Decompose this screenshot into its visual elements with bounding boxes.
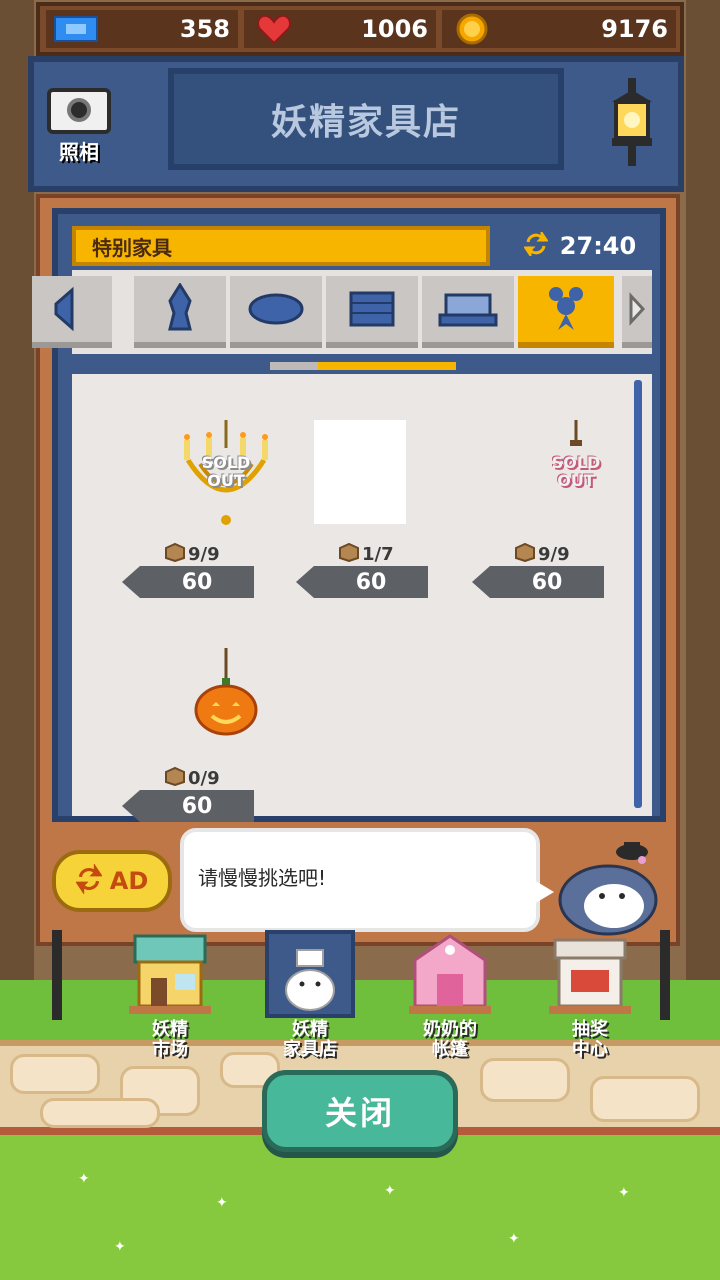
refresh-icon — [75, 862, 103, 898]
price-text: 60 — [531, 569, 563, 595]
ad-label: AD — [109, 867, 149, 895]
shop-window: 特别家具 27:40 SOLD OUT 9/9 60 1/7 60 SOLD O… — [32, 208, 666, 822]
stock-count: 1/7 — [338, 542, 394, 566]
scroll-right-arrow-icon[interactable] — [622, 276, 652, 348]
lamp-post-icon — [52, 930, 62, 1020]
heart-icon — [252, 14, 296, 44]
coin-icon — [450, 13, 494, 45]
soldout-badge: SOLD OUT — [551, 453, 601, 490]
bottom-navigation: 妖精 市场 妖精 家具店 奶奶的 帐篷 抽奖 中心 — [0, 930, 720, 1080]
hearts-stat: 1006 — [244, 10, 436, 48]
refresh-timer[interactable]: 27:40 — [500, 226, 660, 266]
shopkeeper-cat-avatar — [554, 840, 662, 936]
nav-label: 奶奶的 帐篷 — [423, 1019, 477, 1060]
vase-icon[interactable] — [134, 276, 226, 348]
stock-count: 9/9 — [514, 542, 570, 566]
stock-text: 1/7 — [362, 543, 394, 565]
stock-text: 9/9 — [538, 543, 570, 565]
item-grid: SOLD OUT 9/9 60 1/7 60 SOLD OUT 9/9 60 0… — [72, 374, 652, 822]
nav-fairy-market[interactable]: 妖精 市场 — [100, 930, 240, 1070]
category-title: 特别家具 — [72, 226, 490, 266]
item-blank[interactable]: 1/7 60 — [296, 420, 484, 620]
market-stall-icon — [125, 930, 215, 1018]
stock-count: 0/9 — [164, 766, 220, 790]
speech-bubble: 请慢慢挑选吧! — [180, 828, 554, 932]
coins-stat: 9176 — [442, 10, 676, 48]
tent-icon — [405, 930, 495, 1018]
shop-sign: 妖精家具店 — [168, 68, 564, 170]
price-text: 60 — [355, 569, 387, 595]
nav-label: 妖精 家具店 — [283, 1019, 337, 1060]
box-icon — [164, 766, 186, 790]
box-icon — [338, 542, 360, 566]
refresh-icon — [522, 229, 549, 260]
lamp-post-icon — [660, 930, 670, 1020]
currency-bar: 358 1006 9176 — [36, 2, 684, 56]
nav-fairy-furniture-shop[interactable]: 妖精 家具店 — [240, 930, 380, 1070]
tickets-value: 358 — [179, 15, 230, 43]
speaker-icon[interactable] — [32, 276, 112, 348]
camera-icon — [47, 88, 111, 134]
pumpkin-lantern-icon — [176, 644, 276, 754]
lottery-booth-icon — [545, 930, 635, 1018]
lantern-icon — [602, 78, 662, 174]
ad-refresh-button[interactable]: AD — [52, 850, 172, 912]
soldout-badge: SOLD OUT — [201, 453, 251, 490]
speech-text: 请慢慢挑选吧! — [198, 866, 327, 890]
item-chandelier[interactable]: SOLD OUT 9/9 60 — [122, 420, 310, 620]
box-icon — [514, 542, 536, 566]
price-button[interactable]: 60 — [122, 790, 254, 822]
price-button[interactable]: 60 — [296, 566, 428, 598]
close-label: 关闭 — [324, 1094, 395, 1132]
item-pumpkin-lantern[interactable]: 0/9 60 — [122, 644, 310, 844]
shop-panel: 特别家具 27:40 SOLD OUT 9/9 60 1/7 60 SOLD O… — [32, 194, 680, 946]
price-button[interactable]: 60 — [122, 566, 254, 598]
furniture-shop-icon — [265, 930, 355, 1018]
timer-value: 27:40 — [559, 232, 637, 260]
tickets-stat: 358 — [46, 10, 238, 48]
camera-button[interactable]: 照相 — [44, 88, 114, 168]
close-button[interactable]: 关闭 — [262, 1070, 458, 1152]
rug-icon[interactable] — [230, 276, 322, 348]
hanging-ornament-icon: SOLD OUT — [526, 420, 626, 530]
bed-icon[interactable] — [422, 276, 514, 348]
item-scrollbar[interactable] — [634, 380, 642, 808]
ticket-icon — [54, 14, 98, 44]
price-text: 60 — [181, 569, 213, 595]
background-grass-bottom: ✦ ✦ ✦ ✦ ✦ ✦ — [0, 1135, 720, 1280]
hearts-value: 1006 — [361, 15, 428, 43]
stock-text: 9/9 — [188, 543, 220, 565]
stock-text: 0/9 — [188, 767, 220, 789]
category-scrollbar[interactable] — [270, 362, 456, 370]
item-image-placeholder — [314, 420, 406, 524]
nav-lottery-center[interactable]: 抽奖 中心 — [520, 930, 660, 1070]
chandelier-icon: SOLD OUT — [176, 420, 276, 530]
cabinet-icon[interactable] — [326, 276, 418, 348]
category-tabs — [32, 270, 652, 354]
nav-label: 妖精 市场 — [152, 1019, 188, 1060]
stock-count: 9/9 — [164, 542, 220, 566]
nav-label: 抽奖 中心 — [572, 1019, 608, 1060]
price-text: 60 — [181, 793, 213, 819]
nav-grandma-tent[interactable]: 奶奶的 帐篷 — [380, 930, 520, 1070]
coins-value: 9176 — [601, 15, 668, 43]
ribbon-decor-icon[interactable] — [518, 276, 614, 348]
page-title: 妖精家具店 — [270, 102, 461, 143]
category-label: 特别家具 — [92, 235, 172, 260]
box-icon — [164, 542, 186, 566]
camera-label: 照相 — [59, 140, 99, 164]
shop-header: 照相 妖精家具店 — [28, 56, 684, 192]
price-button[interactable]: 60 — [472, 566, 604, 598]
